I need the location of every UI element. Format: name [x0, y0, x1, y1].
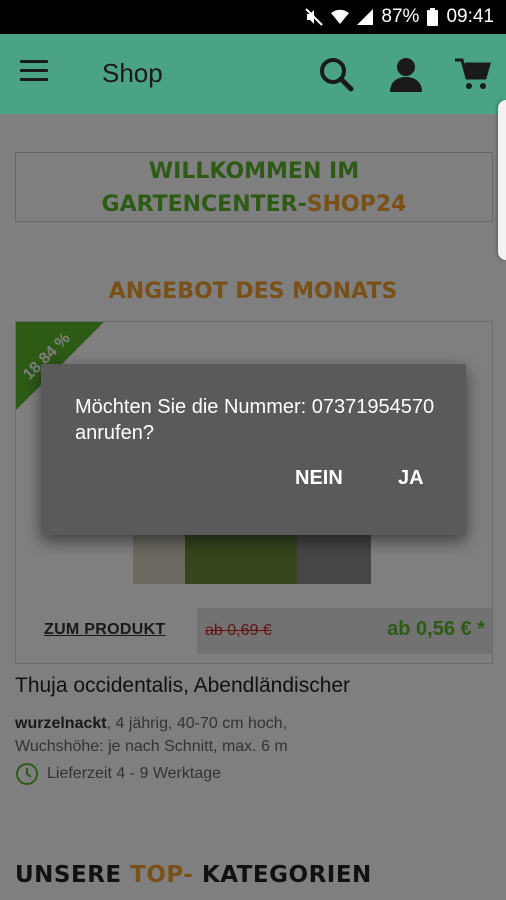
battery-percent: 87%: [381, 6, 420, 27]
cart-icon[interactable]: [455, 56, 491, 92]
edge-panel-handle[interactable]: [498, 100, 506, 260]
call-dialog: Möchten Sie die Nummer: 07371954570 anru…: [41, 364, 466, 535]
wifi-icon: [331, 9, 350, 25]
dialog-message: Möchten Sie die Nummer: 07371954570 anru…: [75, 396, 435, 444]
mute-icon: [305, 8, 324, 26]
yes-button[interactable]: JA: [398, 467, 424, 490]
page-title: Shop: [102, 58, 163, 88]
search-icon[interactable]: [318, 56, 354, 92]
app-bar: Shop: [0, 34, 506, 114]
battery-icon: [427, 8, 439, 26]
status-bar: 87% 09:41: [0, 0, 506, 34]
clock: 09:41: [446, 6, 494, 27]
no-button[interactable]: NEIN: [295, 467, 343, 490]
account-icon[interactable]: [388, 56, 424, 92]
menu-icon[interactable]: [20, 60, 48, 82]
signal-icon: [357, 9, 374, 25]
